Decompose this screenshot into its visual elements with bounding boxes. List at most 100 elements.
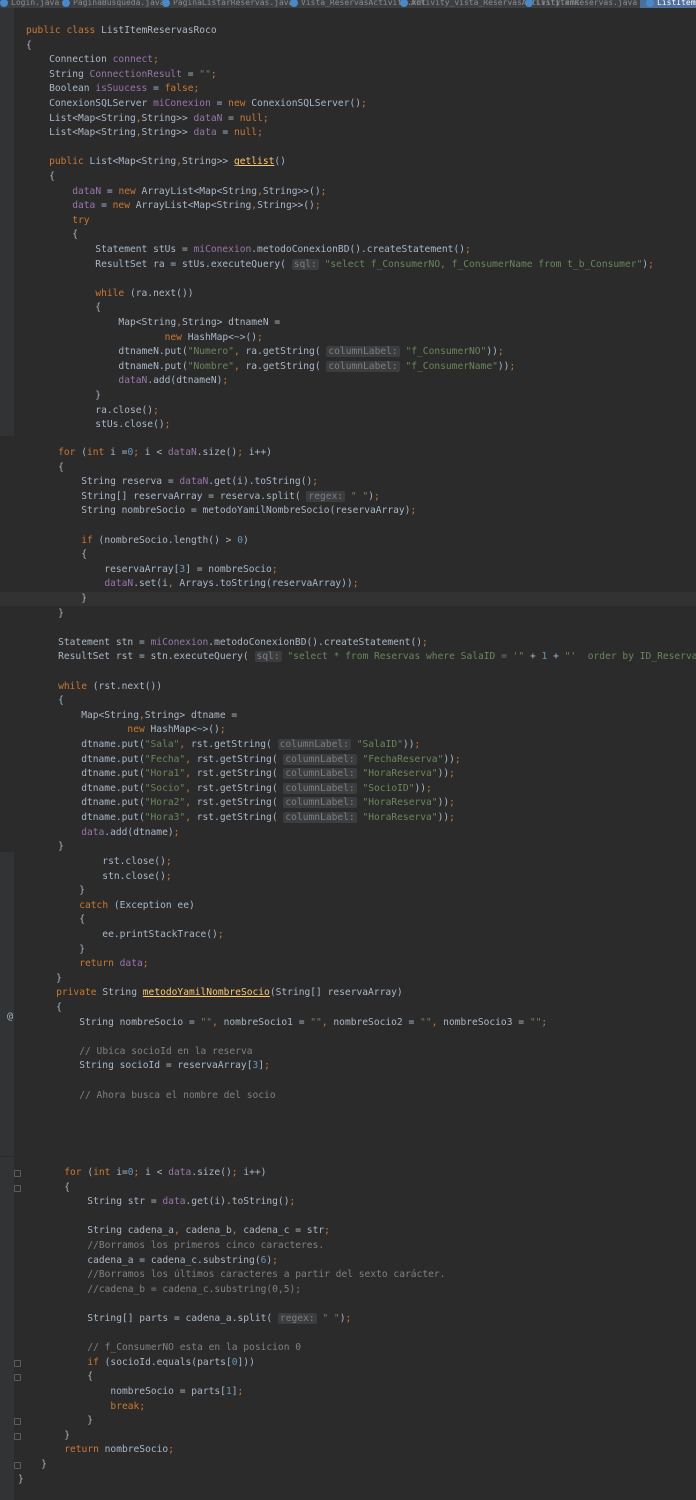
code-line[interactable]: Statement stUs = miConexion.metodoConexi…: [26, 243, 470, 257]
code-line[interactable]: //Borramos los últimos caracteres a part…: [18, 1268, 445, 1282]
code-panel-3: rst.close(); stn.close(); } catch (Excep…: [0, 852, 696, 1156]
code-line[interactable]: reservaArray[3] = nombreSocio;: [35, 563, 277, 577]
code-line[interactable]: String socioId = reservaArray[3];: [33, 1059, 270, 1073]
code-line[interactable]: dtname.put("Hora3", rst.getString( colum…: [35, 811, 455, 825]
code-line[interactable]: dtname.put("Socio", rst.getString( colum…: [35, 782, 432, 796]
code-line[interactable]: {: [26, 170, 55, 184]
editor-tab[interactable]: PaginaBusqueda.java: [62, 0, 165, 8]
code-line[interactable]: }: [33, 972, 62, 986]
code-line[interactable]: {: [26, 228, 78, 242]
code-line[interactable]: //cadena_b = cadena_c.substring(0,5);: [18, 1283, 301, 1297]
code-line[interactable]: // Ahora busca el nombre del socio: [33, 1089, 275, 1103]
code-line[interactable]: // Ubica socioId en la reserva: [33, 1045, 252, 1059]
code-line[interactable]: ra.close();: [26, 404, 159, 418]
code-line[interactable]: data = new ArrayList<Map<String,String>>…: [26, 199, 320, 213]
fold-marker-icon[interactable]: [14, 1170, 21, 1177]
code-line[interactable]: new HashMap<~>();: [26, 331, 263, 345]
code-line[interactable]: }: [33, 943, 85, 957]
code-line[interactable]: Boolean isSuucess = false;: [26, 82, 199, 96]
fold-marker-icon[interactable]: [14, 1462, 21, 1469]
code-line[interactable]: }: [18, 1458, 47, 1472]
code-panel-2: for (int i =0; i < dataN.size(); i++) { …: [0, 437, 696, 851]
code-line[interactable]: Map<String,String> dtname =: [35, 709, 237, 723]
code-line[interactable]: for (int i=0; i < data.size(); i++): [18, 1166, 266, 1180]
code-line[interactable]: dtname.put("Hora1", rst.getString( colum…: [35, 767, 455, 781]
code-line[interactable]: dtname.put("Hora2", rst.getString( colum…: [35, 796, 455, 810]
editor-tab[interactable]: Login.java: [0, 0, 59, 8]
code-line[interactable]: {: [26, 301, 101, 315]
code-line[interactable]: List<Map<String,String>> dataN = null;: [26, 112, 269, 126]
code-line[interactable]: catch (Exception ee): [33, 899, 195, 913]
code-line[interactable]: return nombreSocio;: [18, 1443, 174, 1457]
code-line[interactable]: }: [35, 840, 64, 851]
code-line[interactable]: return data;: [33, 957, 148, 971]
code-line[interactable]: try: [26, 214, 89, 228]
code-line[interactable]: }: [26, 389, 101, 403]
code-line[interactable]: }: [33, 884, 85, 898]
code-line[interactable]: {: [35, 548, 87, 562]
code-line[interactable]: dataN.set(i, Arrays.toString(reservaArra…: [35, 577, 358, 591]
code-line[interactable]: List<Map<String,String>> data = null;: [26, 126, 263, 140]
code-line[interactable]: break;: [18, 1400, 145, 1414]
code-line[interactable]: if (nombreSocio.length() > 0): [35, 534, 249, 548]
code-line[interactable]: {: [33, 913, 85, 927]
code-line[interactable]: }: [0, 592, 696, 606]
code-line[interactable]: Map<String,String> dtnameN =: [26, 316, 280, 330]
code-line[interactable]: rst.close();: [33, 855, 171, 869]
fold-marker-icon[interactable]: [14, 1432, 21, 1440]
code-line[interactable]: {: [35, 461, 64, 475]
code-line[interactable]: while (ra.next()): [26, 287, 193, 301]
code-line[interactable]: }: [18, 1414, 93, 1428]
code-line[interactable]: data.add(dtname);: [35, 826, 179, 840]
code-line[interactable]: String[] reservaArray = reserva.split( r…: [35, 490, 380, 504]
code-line[interactable]: dataN = new ArrayList<Map<String,String>…: [26, 185, 326, 199]
fold-marker-icon[interactable]: [14, 1374, 21, 1382]
code-line[interactable]: dtnameN.put("Numero", ra.getString( colu…: [26, 345, 504, 359]
code-line[interactable]: while (rst.next()): [35, 680, 162, 694]
code-line[interactable]: String ConnectionResult = "";: [26, 68, 217, 82]
code-line[interactable]: ResultSet rst = stn.executeQuery( sql: "…: [35, 650, 696, 664]
code-line[interactable]: dtnameN.put("Nombre", ra.getString( colu…: [26, 360, 515, 374]
code-line[interactable]: }: [35, 607, 64, 621]
editor-tab[interactable]: PaginaListarReservas.java: [162, 0, 293, 8]
code-line[interactable]: public List<Map<String,String>> getlist(…: [26, 155, 286, 169]
code-line[interactable]: new HashMap<~>();: [35, 723, 225, 737]
code-line[interactable]: dataN.add(dtnameN);: [26, 374, 228, 388]
code-line[interactable]: if (socioId.equals(parts[0])): [18, 1356, 255, 1370]
code-line[interactable]: // f_ConsumerNO esta en la posicion 0: [18, 1341, 301, 1355]
code-line[interactable]: ee.printStackTrace();: [33, 928, 223, 942]
code-line[interactable]: dtname.put("Fecha", rst.getString( colum…: [35, 753, 461, 767]
code-line[interactable]: Statement stn = miConexion.metodoConexio…: [35, 636, 428, 650]
code-line[interactable]: cadena_a = cadena_c.substring(6);: [18, 1254, 278, 1268]
code-line[interactable]: String cadena_a, cadena_b, cadena_c = st…: [18, 1224, 330, 1238]
code-line[interactable]: public class ListItemReservasRoco: [26, 24, 217, 38]
code-line[interactable]: String reserva = dataN.get(i).toString()…: [35, 475, 318, 489]
code-line[interactable]: Connection connect;: [26, 53, 159, 67]
fold-marker-icon[interactable]: [14, 1359, 21, 1367]
code-line[interactable]: String[] parts = cadena_a.split( regex: …: [18, 1312, 351, 1326]
override-method-icon[interactable]: @: [7, 1011, 13, 1022]
code-line[interactable]: {: [26, 39, 32, 53]
code-line[interactable]: //Borramos los primeros cinco caracteres…: [18, 1239, 324, 1253]
code-line[interactable]: private String metodoYamilNombreSocio(St…: [33, 986, 403, 1000]
fold-marker-icon[interactable]: [14, 1184, 21, 1192]
code-line[interactable]: }: [18, 1473, 24, 1487]
code-line[interactable]: {: [33, 1001, 62, 1015]
code-line[interactable]: ConexionSQLServer miConexion = new Conex…: [26, 97, 367, 111]
editor-tab[interactable]: ListItemMen...: [640, 0, 696, 8]
code-line[interactable]: {: [35, 694, 64, 708]
editor-tab[interactable]: ListItemReservas.java: [525, 0, 637, 8]
code-line[interactable]: stn.close();: [33, 870, 171, 884]
code-line[interactable]: {: [18, 1181, 70, 1195]
code-line[interactable]: {: [18, 1370, 93, 1384]
code-line[interactable]: nombreSocio = parts[1];: [18, 1385, 243, 1399]
code-line[interactable]: dtname.put("Sala", rst.getString( column…: [35, 738, 420, 752]
code-line[interactable]: String str = data.get(i).toString();: [18, 1195, 295, 1209]
code-line[interactable]: }: [18, 1429, 70, 1443]
code-line[interactable]: String nombreSocio = "", nombreSocio1 = …: [33, 1016, 547, 1030]
code-line[interactable]: for (int i =0; i < dataN.size(); i++): [35, 446, 272, 460]
code-line[interactable]: String nombreSocio = metodoYamilNombreSo…: [35, 504, 416, 518]
code-line[interactable]: ResultSet ra = stUs.executeQuery( sql: "…: [26, 258, 654, 272]
fold-marker-icon[interactable]: [14, 1418, 21, 1426]
code-line[interactable]: stUs.close();: [26, 418, 170, 432]
